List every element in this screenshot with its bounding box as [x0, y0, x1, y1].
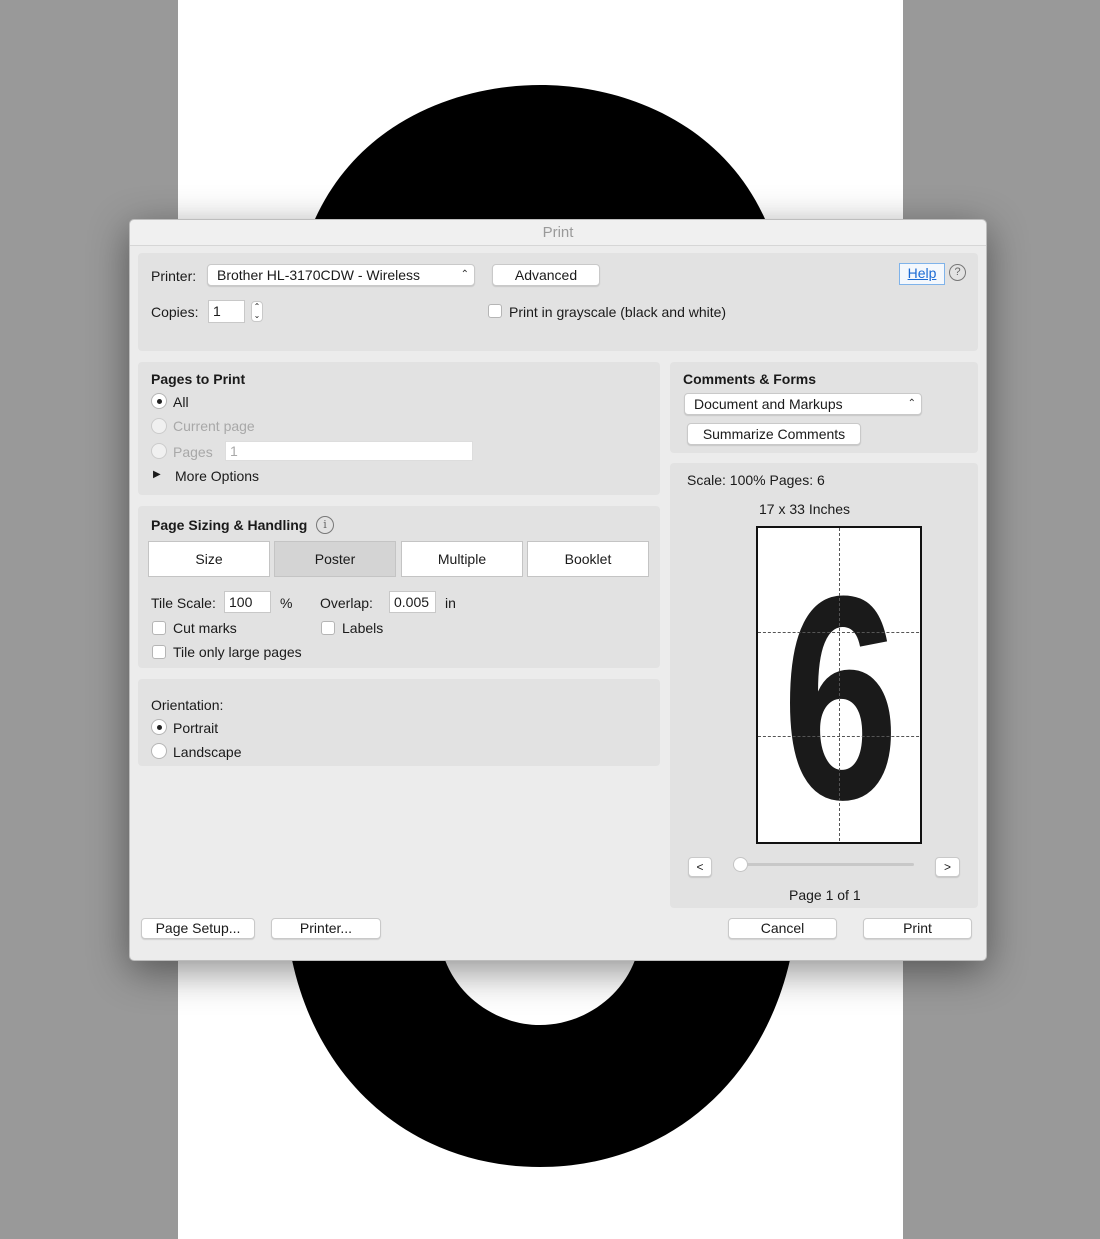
- overlap-input[interactable]: 0.005: [389, 591, 436, 613]
- current-page-radio[interactable]: [151, 418, 167, 434]
- page-slider-thumb[interactable]: [733, 857, 748, 872]
- print-button[interactable]: Print: [863, 918, 972, 939]
- tile-divider-horizontal: [758, 632, 920, 633]
- current-page-label: Current page: [173, 418, 255, 434]
- labels-checkbox[interactable]: [321, 621, 335, 635]
- tab-multiple[interactable]: Multiple: [401, 541, 523, 577]
- copies-input[interactable]: 1: [208, 300, 245, 323]
- prev-page-button[interactable]: <: [688, 857, 712, 877]
- tab-size[interactable]: Size: [148, 541, 270, 577]
- comments-select[interactable]: Document and Markups ⌃: [684, 393, 922, 415]
- cut-marks-checkbox[interactable]: [152, 621, 166, 635]
- overlap-label: Overlap:: [320, 595, 373, 611]
- copies-label: Copies:: [151, 304, 199, 320]
- labels-label: Labels: [342, 620, 384, 636]
- tile-divider-horizontal: [758, 736, 920, 737]
- page-slider-track[interactable]: [740, 863, 914, 866]
- printer-button[interactable]: Printer...: [271, 918, 381, 939]
- dialog-title: Print: [130, 220, 986, 246]
- landscape-radio[interactable]: [151, 743, 167, 759]
- cancel-button[interactable]: Cancel: [728, 918, 837, 939]
- overlap-unit: in: [445, 595, 456, 611]
- grayscale-checkbox[interactable]: [488, 304, 502, 318]
- help-link[interactable]: Help: [899, 263, 945, 285]
- orientation-title: Orientation:: [151, 697, 224, 713]
- landscape-label: Landscape: [173, 744, 242, 760]
- updown-chevron-icon: ⌃: [460, 269, 469, 280]
- grayscale-label: Print in grayscale (black and white): [509, 304, 727, 320]
- comments-title: Comments & Forms: [683, 371, 817, 387]
- tile-large-checkbox[interactable]: [152, 645, 166, 659]
- scale-pages-text: Scale: 100% Pages: 6: [687, 472, 825, 488]
- cut-marks-label: Cut marks: [173, 620, 237, 636]
- tab-poster[interactable]: Poster: [274, 541, 396, 577]
- tab-booklet[interactable]: Booklet: [527, 541, 649, 577]
- page-indicator: Page 1 of 1: [789, 887, 861, 903]
- portrait-radio[interactable]: [151, 719, 167, 735]
- percent-label: %: [280, 595, 293, 611]
- pages-radio[interactable]: [151, 443, 167, 459]
- page-setup-button[interactable]: Page Setup...: [141, 918, 255, 939]
- portrait-label: Portrait: [173, 720, 219, 736]
- printer-label: Printer:: [151, 268, 197, 284]
- tile-scale-input[interactable]: 100: [224, 591, 271, 613]
- info-icon[interactable]: i: [316, 516, 334, 534]
- sizing-title: Page Sizing & Handling: [151, 517, 308, 533]
- next-page-button[interactable]: >: [935, 857, 960, 877]
- paper-size-text: 17 x 33 Inches: [759, 501, 851, 517]
- pages-label: Pages: [173, 444, 213, 460]
- all-radio[interactable]: [151, 393, 167, 409]
- page-preview: 6: [756, 526, 922, 844]
- help-question-icon[interactable]: ?: [949, 264, 966, 281]
- updown-chevron-icon: ⌃: [907, 398, 916, 409]
- comments-value: Document and Markups: [694, 396, 843, 412]
- tile-scale-label: Tile Scale:: [151, 595, 216, 611]
- summarize-comments-button[interactable]: Summarize Comments: [687, 423, 861, 445]
- tile-large-label: Tile only large pages: [173, 644, 302, 660]
- copies-stepper[interactable]: ⌃ ⌄: [251, 301, 263, 322]
- tile-divider-vertical: [839, 528, 840, 842]
- pages-range-input[interactable]: 1: [225, 441, 473, 461]
- more-options-toggle[interactable]: More Options: [175, 468, 259, 484]
- advanced-button[interactable]: Advanced: [492, 264, 600, 286]
- all-label: All: [173, 394, 189, 410]
- printer-select[interactable]: Brother HL-3170CDW - Wireless ⌃: [207, 264, 475, 286]
- disclosure-triangle-icon[interactable]: ▶: [153, 469, 161, 480]
- printer-value: Brother HL-3170CDW - Wireless: [217, 267, 421, 283]
- pages-title: Pages to Print: [151, 371, 246, 387]
